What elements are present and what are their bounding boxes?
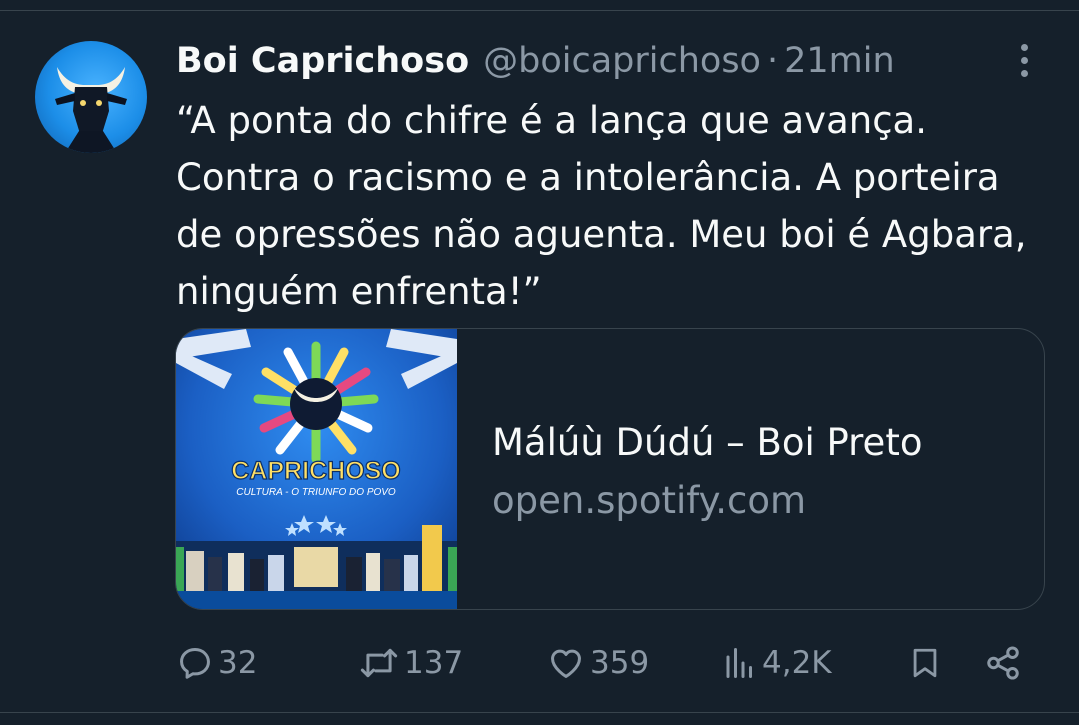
share-icon xyxy=(987,646,1019,680)
tweet-header: Boi Caprichoso @boicaprichoso · 21min xyxy=(176,38,895,84)
views-button[interactable]: 4,2K xyxy=(722,638,832,688)
card-domain: open.spotify.com xyxy=(492,479,807,522)
reply-button[interactable]: 32 xyxy=(176,638,257,688)
bookmark-button[interactable] xyxy=(908,638,942,688)
like-button[interactable]: 359 xyxy=(546,638,649,688)
separator-dot: · xyxy=(766,41,779,81)
reply-count: 32 xyxy=(218,645,258,681)
link-preview-card[interactable]: CAPRICHOSO CULTURA - O TRIUNFO DO POVO M… xyxy=(175,328,1045,610)
user-handle[interactable]: @boicaprichoso xyxy=(483,41,761,81)
card-thumbnail: CAPRICHOSO CULTURA - O TRIUNFO DO POVO xyxy=(176,329,457,609)
tweet-timestamp[interactable]: 21min xyxy=(784,41,895,81)
tweet-actions: 32 137 359 4,2K xyxy=(176,638,1036,688)
share-button[interactable] xyxy=(984,638,1022,688)
more-dot xyxy=(1020,56,1028,64)
like-count: 359 xyxy=(590,645,650,681)
top-divider xyxy=(0,0,1079,11)
tweet-text: “A ponta do chifre é a lança que avança.… xyxy=(176,99,1027,313)
display-name[interactable]: Boi Caprichoso xyxy=(176,41,469,81)
bull-head-icon xyxy=(55,67,127,153)
card-tagline: CULTURA - O TRIUNFO DO POVO xyxy=(236,487,396,498)
heart-icon xyxy=(551,649,581,678)
more-options-button[interactable] xyxy=(1006,40,1042,80)
more-dot xyxy=(1020,69,1028,77)
avatar[interactable] xyxy=(35,41,147,153)
views-chart-icon xyxy=(726,648,752,678)
retweet-icon xyxy=(360,648,398,678)
views-count: 4,2K xyxy=(762,645,832,681)
card-title: Málúù Dúdú – Boi Preto xyxy=(492,421,923,464)
bottom-divider xyxy=(0,712,1079,713)
retweet-count: 137 xyxy=(404,645,464,681)
card-brand-text: CAPRICHOSO xyxy=(231,457,400,485)
retweet-button[interactable]: 137 xyxy=(358,638,463,688)
bookmark-icon xyxy=(913,648,937,678)
reply-icon xyxy=(180,648,210,679)
more-dot xyxy=(1020,43,1028,51)
